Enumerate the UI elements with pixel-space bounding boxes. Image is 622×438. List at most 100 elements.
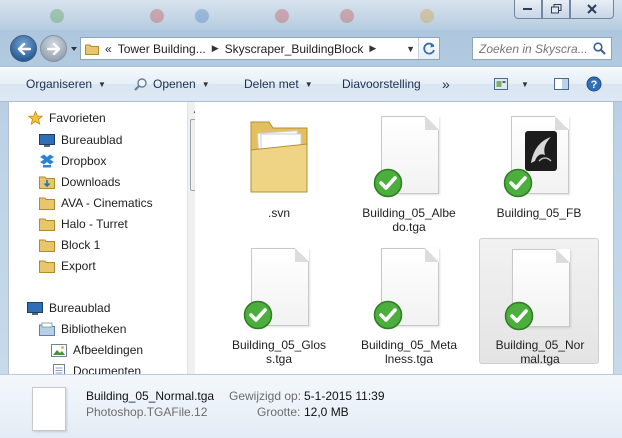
arrow-right-icon	[46, 42, 60, 55]
nav-libraries-label: Bibliotheken	[61, 322, 127, 336]
nav-item-halo-turret[interactable]: Halo - Turret	[39, 214, 128, 234]
nav-item-label: Bureaublad	[61, 133, 123, 147]
file-thumbnail	[243, 248, 311, 330]
view-options-button[interactable]: ▼	[494, 67, 529, 101]
recent-pages-dropdown-icon[interactable]	[69, 44, 79, 54]
nav-desktop[interactable]: Bureaublad	[27, 298, 110, 318]
background-app-icon	[50, 9, 64, 23]
breadcrumb-separator-icon[interactable]: ▶	[212, 43, 219, 54]
folder-icon	[250, 121, 308, 193]
nav-favorites-label: Favorieten	[49, 111, 106, 125]
caption-buttons	[514, 0, 614, 19]
file-name-line: Building_05_Glos	[231, 338, 327, 352]
search-input[interactable]	[479, 41, 595, 56]
help-icon: ?	[586, 76, 602, 92]
background-app-icon	[420, 9, 434, 23]
nav-desktop-label: Bureaublad	[49, 301, 111, 315]
breadcrumb-separator-icon[interactable]: ▶	[369, 43, 376, 54]
file-name-line: s.tga	[265, 352, 292, 366]
file-item-svn[interactable]: .svn	[219, 106, 339, 232]
more-commands-button[interactable]: »	[442, 67, 450, 101]
nav-item-label: Dropbox	[61, 154, 107, 168]
nav-libraries[interactable]: Bibliotheken	[39, 319, 126, 339]
pictures-icon	[51, 343, 67, 357]
navigation-pane: Favorieten Bureaublad Dropbox Downloads …	[9, 102, 195, 374]
file-item-fb[interactable]: Building_05_FB	[479, 106, 599, 232]
preview-pane-icon	[554, 78, 569, 90]
nav-item-label: Block 1	[61, 238, 101, 252]
background-app-icon	[275, 9, 289, 23]
minimize-button[interactable]	[514, 0, 542, 19]
help-button[interactable]: ?	[586, 67, 607, 101]
nav-favorites[interactable]: Favorieten	[27, 108, 106, 128]
nav-item-bureaublad[interactable]: Bureaublad	[39, 130, 122, 150]
file-thumbnail	[373, 248, 441, 330]
scroll-up-arrow-icon[interactable]: ▲	[188, 102, 195, 118]
command-bar: Organiseren ▼ Openen ▼ Delen met ▼ Diavo…	[0, 66, 622, 102]
search-box[interactable]	[472, 37, 612, 60]
close-button[interactable]	[570, 0, 614, 19]
folder-icon	[39, 259, 55, 273]
address-bar[interactable]: « Tower Building... ▶ Skyscraper_Buildin…	[80, 37, 440, 60]
nav-item-block-1[interactable]: Block 1	[39, 235, 100, 255]
folder-icon	[39, 217, 55, 231]
file-item-gloss[interactable]: Building_05_Glos s.tga	[219, 238, 339, 366]
scroll-thumb[interactable]	[190, 119, 195, 191]
nav-scrollbar[interactable]: ▲	[187, 102, 195, 374]
file-item-albedo[interactable]: Building_05_Albe do.tga	[349, 106, 469, 234]
chevron-down-icon: ▼	[98, 79, 106, 89]
back-button[interactable]	[10, 35, 37, 62]
address-dropdown-icon[interactable]: ▼	[406, 44, 415, 54]
file-name-line: Building_05_Albe	[362, 206, 456, 220]
nav-item-afbeeldingen[interactable]: Afbeeldingen	[51, 340, 143, 360]
details-size-value: 12,0 MB	[304, 405, 349, 419]
file-name-line: Building_05_Meta	[360, 338, 458, 352]
details-file-type: Photoshop.TGAFile.12	[86, 405, 208, 419]
nav-item-ava-cinematics[interactable]: AVA - Cinematics	[39, 193, 153, 213]
maximize-button[interactable]	[542, 0, 570, 19]
nav-item-label: Downloads	[61, 175, 121, 189]
view-icon	[494, 78, 508, 90]
slideshow-button[interactable]: Diavoorstelling	[342, 67, 421, 101]
file-name: Building_05_Albe do.tga	[349, 206, 469, 234]
folder-icon	[39, 196, 55, 210]
file-item-metalness[interactable]: Building_05_Meta lness.tga	[349, 238, 469, 366]
nav-item-documenten[interactable]: Documenten	[51, 361, 141, 374]
breadcrumb-overflow[interactable]: «	[105, 42, 112, 56]
file-name: Building_05_Meta lness.tga	[349, 338, 469, 366]
organize-button[interactable]: Organiseren ▼	[26, 67, 106, 101]
nav-item-export[interactable]: Export	[39, 256, 96, 276]
svg-text:?: ?	[591, 79, 598, 91]
slideshow-label: Diavoorstelling	[342, 77, 421, 91]
refresh-button[interactable]	[418, 38, 439, 59]
sync-check-icon	[373, 300, 403, 330]
content-area: Favorieten Bureaublad Dropbox Downloads …	[8, 102, 614, 374]
details-modified-value: 5-1-2015 11:39	[304, 389, 385, 403]
documents-icon	[51, 364, 67, 374]
open-button[interactable]: Openen ▼	[134, 67, 210, 101]
title-bar[interactable]	[0, 0, 622, 30]
background-app-icon	[340, 9, 354, 23]
file-item-normal[interactable]: Building_05_Nor mal.tga	[479, 238, 599, 366]
minimize-icon	[523, 8, 532, 10]
address-row: « Tower Building... ▶ Skyscraper_Buildin…	[0, 30, 622, 66]
forward-button[interactable]	[40, 35, 67, 62]
search-icon[interactable]	[593, 42, 606, 55]
chevron-down-icon: ▼	[304, 79, 313, 89]
magnifier-icon	[134, 78, 147, 91]
file-thumbnail	[504, 249, 572, 331]
star-icon	[27, 111, 43, 125]
preview-pane-button[interactable]	[554, 67, 575, 101]
nav-item-dropbox[interactable]: Dropbox	[39, 151, 106, 171]
breadcrumb-item-current[interactable]: Skyscraper_BuildingBlock	[225, 42, 364, 56]
arrow-left-icon	[17, 42, 31, 55]
file-name-line: mal.tga	[520, 352, 560, 366]
breadcrumb-item[interactable]: Tower Building...	[118, 42, 206, 56]
nav-item-label: Export	[61, 259, 96, 273]
share-button[interactable]: Delen met ▼	[244, 67, 313, 101]
chevron-down-icon: ▼	[201, 79, 210, 89]
desktop-icon	[39, 133, 55, 147]
selected-file-icon	[32, 387, 66, 431]
nav-item-downloads[interactable]: Downloads	[39, 172, 120, 192]
background-app-icon	[195, 9, 209, 23]
